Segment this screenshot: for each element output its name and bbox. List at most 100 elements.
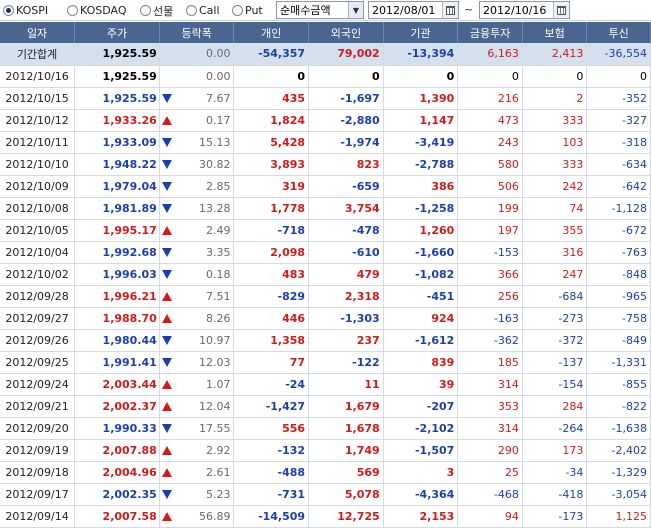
table-row[interactable]: 2012/09/26 1,980.44 10.97 1,358 237 -1,612 -36…: [0, 329, 651, 352]
cell-change-value: 7.67: [205, 91, 231, 105]
cell-institution-value: 1,260: [419, 223, 455, 237]
table-row[interactable]: 2012/10/05 1,995.17 2.49 -718 -478 1,260 197 35…: [0, 219, 651, 242]
cell-price: 2,007.88: [74, 439, 160, 462]
cell-date-value: 2012/10/16: [5, 69, 69, 83]
cell-insurance-value: 242: [562, 179, 584, 193]
triangle-up-icon: [161, 379, 172, 389]
cell-date: 2012/10/02: [0, 263, 76, 286]
radio-indicator: [232, 5, 243, 16]
table-row[interactable]: 2012/10/02 1,996.03 0.18 483 479 -1,082 366 247…: [0, 263, 651, 286]
radio-kosdaq[interactable]: KOSDAQ: [67, 3, 127, 18]
cell-individual: 446: [233, 307, 310, 330]
start-date-field[interactable]: 2012/08/01: [368, 1, 459, 19]
cell-individual: 435: [233, 87, 310, 110]
cell-institution: -1,258: [383, 197, 459, 220]
col-header-date[interactable]: 일자: [0, 22, 76, 43]
table-row[interactable]: 2012/10/15 1,925.59 7.67 435 -1,697 1,390 216 2…: [0, 87, 651, 110]
col-header-foreign[interactable]: 외국인: [308, 22, 384, 43]
table-row[interactable]: 2012/10/08 1,981.89 13.28 1,778 3,754 -1,258 1…: [0, 197, 651, 220]
cell-foreign: -659: [308, 175, 384, 198]
col-header-financial-investment[interactable]: 금융투자: [457, 22, 523, 43]
table-row[interactable]: 2012/10/09 1,979.04 2.85 319 -659 386 506 242 -6…: [0, 175, 651, 198]
table-row[interactable]: 2012/10/12 1,933.26 0.17 1,824 -2,880 1,147 47…: [0, 109, 651, 132]
table-row[interactable]: 2012/09/17 2,002.35 5.23 -731 5,078 -4,364 -46…: [0, 483, 651, 506]
cell-price-value: 1,992.68: [102, 245, 157, 259]
col-header-insurance[interactable]: 보험: [522, 22, 588, 43]
table-row[interactable]: 2012/09/19 2,007.88 2.92 -132 1,749 -1,507 290…: [0, 439, 651, 462]
cell-insurance-value: -684: [558, 289, 584, 303]
table-row[interactable]: 2012/10/11 1,933.09 15.13 5,428 -1,974 -3,419…: [0, 131, 651, 154]
cell-institution-value: -1,258: [414, 201, 455, 215]
cell-price: 1,990.33: [74, 417, 160, 440]
table-row[interactable]: 2012/10/16 1,925.59 0.00 0 0 0 0 0 0: [0, 65, 651, 88]
cell-trust: -758: [586, 307, 651, 330]
table-row[interactable]: 2012/09/27 1,988.70 8.26 446 -1,303 924 -163 -2…: [0, 307, 651, 330]
table-row[interactable]: 2012/09/25 1,991.41 12.03 77 -122 839 185 -137 -…: [0, 351, 651, 374]
cell-date: 2012/09/19: [0, 439, 76, 462]
triangle-down-icon: [161, 137, 172, 147]
cell-institution-value: -3,419: [414, 135, 455, 149]
end-date-field[interactable]: 2012/10/16: [479, 1, 570, 19]
cell-price: 2,002.35: [74, 483, 160, 506]
cell-financial-investment-value: 314: [497, 421, 519, 435]
table-row[interactable]: 2012/09/21 2,002.37 12.04 -1,427 1,679 -207 35…: [0, 395, 651, 418]
radio-call[interactable]: Call: [186, 3, 220, 18]
cell-price: 1,995.17: [74, 219, 160, 242]
col-header-trust[interactable]: 투신: [586, 22, 651, 43]
cell-trust: -848: [586, 263, 651, 286]
cell-trust-value: -327: [622, 113, 647, 127]
table-row[interactable]: 2012/10/04 1,992.68 3.35 2,098 -610 -1,660 -15…: [0, 241, 651, 264]
cell-trust-value: -352: [622, 91, 647, 105]
table-row[interactable]: 2012/09/14 2,007.58 56.89 -14,509 12,725 2,15…: [0, 505, 651, 528]
cell-foreign: 3,754: [308, 197, 384, 220]
radio-kospi[interactable]: KOSPI: [3, 3, 48, 18]
metric-select[interactable]: 순매수금액 ▼: [276, 1, 364, 19]
cell-institution-value: -1,507: [414, 443, 455, 457]
table-body: 기간합계 1,925.59 0.00 -54,357 79,002 -13,394 6,16…: [0, 43, 651, 528]
col-header-price[interactable]: 주가: [74, 22, 160, 43]
radio-label: KOSPI: [16, 4, 49, 17]
triangle-down-icon: [161, 159, 172, 169]
cell-financial-investment-value: 290: [497, 443, 519, 457]
cell-foreign-value: 11: [364, 377, 380, 391]
table-row[interactable]: 2012/09/20 1,990.33 17.55 556 1,678 -2,102 314…: [0, 417, 651, 440]
cell-trust: -855: [586, 373, 651, 396]
cell-individual-value: -731: [277, 487, 306, 501]
cell-date: 2012/10/12: [0, 109, 76, 132]
col-header-institution[interactable]: 기관: [383, 22, 459, 43]
cell-price-value: 1,933.26: [102, 113, 157, 127]
table-row[interactable]: 2012/09/28 1,996.21 7.51 -829 2,318 -451 256 -6…: [0, 285, 651, 308]
cell-change-value: 12.03: [198, 355, 231, 369]
cell-trust: -634: [586, 153, 651, 176]
cell-financial-investment: 580: [457, 153, 523, 176]
cell-institution: 1,390: [383, 87, 459, 110]
radio-put[interactable]: Put: [232, 3, 263, 18]
calendar-icon[interactable]: [442, 2, 458, 18]
col-header-change[interactable]: 등락폭: [159, 22, 235, 43]
calendar-icon[interactable]: [553, 2, 569, 18]
cell-individual-value: 1,358: [270, 333, 306, 347]
radio-futures[interactable]: 선물: [140, 3, 173, 18]
cell-institution: -1,507: [383, 439, 459, 462]
table-row[interactable]: 2012/09/24 2,003.44 1.07 -24 11 39 314 -154 -855: [0, 373, 651, 396]
cell-individual-value: -14,509: [258, 509, 306, 523]
cell-change: 0.17: [159, 109, 235, 132]
table-row[interactable]: 2012/10/10 1,948.22 30.82 3,893 823 -2,788 580…: [0, 153, 651, 176]
cell-trust-value: -642: [622, 179, 647, 193]
cell-change-value: 10.97: [198, 333, 231, 347]
cell-trust: -822: [586, 395, 651, 418]
cell-date-value: 2012/09/14: [5, 509, 69, 523]
cell-price-value: 1,996.03: [102, 267, 157, 281]
cell-institution: 386: [383, 175, 459, 198]
cell-insurance: -418: [522, 483, 588, 506]
cell-institution-value: -2,102: [414, 421, 455, 435]
cell-date: 2012/10/15: [0, 87, 76, 110]
summary-row[interactable]: 기간합계 1,925.59 0.00 -54,357 79,002 -13,394 6,16…: [0, 43, 651, 66]
cell-individual-value: -54,357: [258, 47, 306, 61]
cell-individual-value: 319: [282, 179, 306, 193]
cell-foreign: 237: [308, 329, 384, 352]
chevron-down-icon[interactable]: ▼: [348, 2, 363, 18]
cell-insurance: -264: [522, 417, 588, 440]
col-header-individual[interactable]: 개인: [233, 22, 310, 43]
table-row[interactable]: 2012/09/18 2,004.96 2.61 -488 569 3 25 -34 -1,32…: [0, 461, 651, 484]
